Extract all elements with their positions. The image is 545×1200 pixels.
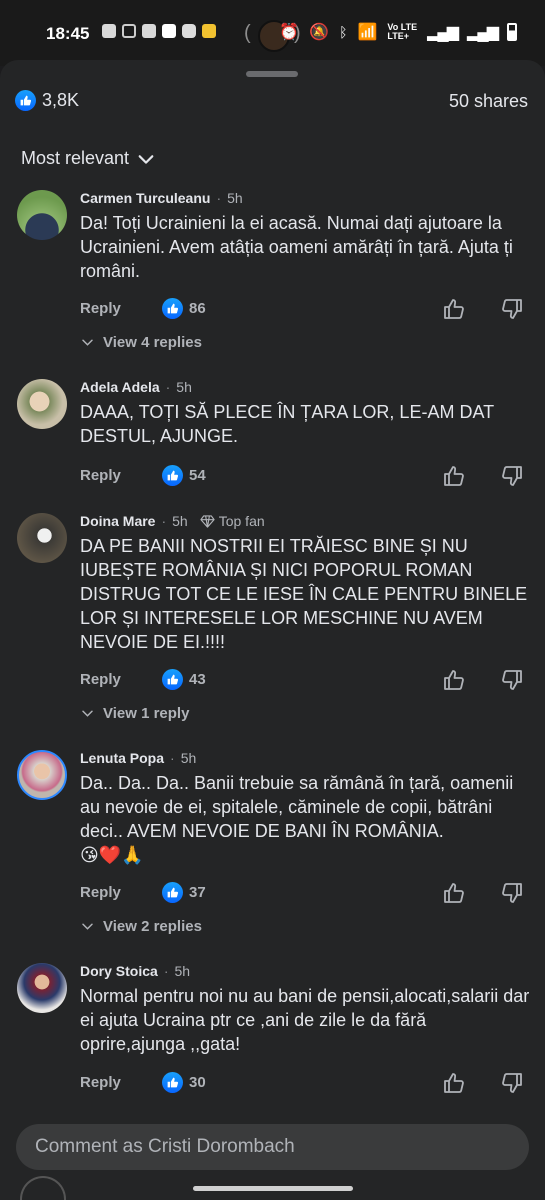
- comment-author[interactable]: Doina Mare: [80, 513, 155, 529]
- home-indicator[interactable]: [193, 1186, 353, 1191]
- signal-icon-2: ▂▄▆: [467, 24, 499, 41]
- comment-time[interactable]: 5h: [174, 963, 190, 979]
- comment-time[interactable]: 5h: [172, 513, 188, 529]
- yellow-app-icon: [202, 24, 216, 38]
- diamond-icon: [200, 514, 215, 528]
- thumbs-down-icon[interactable]: [500, 668, 524, 692]
- wallet-icon: [142, 24, 156, 38]
- shares-count[interactable]: 50 shares: [449, 91, 528, 112]
- avatar[interactable]: [17, 379, 67, 429]
- like-reaction-icon: [162, 1072, 183, 1093]
- comment-text: DAAA, TOȚI SĂ PLECE ÎN ȚARA LOR, LE-AM D…: [80, 402, 494, 446]
- comment-input[interactable]: [33, 1135, 517, 1159]
- like-reaction-icon: [162, 882, 183, 903]
- comment-author[interactable]: Carmen Turculeanu: [80, 190, 210, 206]
- comments-sheet: 3,8K 50 shares Most relevant Carmen Turc…: [0, 60, 545, 1200]
- reaction-count: 3,8K: [42, 90, 80, 110]
- comment-text: Da! Toți Ucrainieni la ei acasă. Numai d…: [80, 213, 513, 281]
- chevron-down-icon: [82, 339, 93, 346]
- drag-handle[interactable]: [246, 71, 298, 77]
- thumbs-down-icon[interactable]: [500, 297, 524, 321]
- comment-text: DA PE BANII NOSTRII EI TRĂIESC BINE ȘI N…: [80, 536, 528, 652]
- thumbs-up-icon[interactable]: [442, 297, 466, 321]
- like-reaction-icon: [15, 90, 36, 111]
- reply-button[interactable]: Reply: [80, 671, 121, 688]
- comment-composer[interactable]: [16, 1124, 529, 1170]
- battery-icon: [507, 23, 517, 41]
- alarm-icon: ⏰: [279, 24, 300, 41]
- view-replies-button[interactable]: View 1 reply: [80, 705, 189, 722]
- chevron-down-icon: [138, 154, 154, 164]
- status-bar: 18:45 ( ) ⏰ 🔕 ᛒ 📶 Vo LTE LTE+ ▂▄▆ ▂▄▆: [0, 0, 545, 66]
- avatar[interactable]: [17, 190, 67, 240]
- tiktok-icon: [122, 24, 136, 38]
- signal-icon: ▂▄▆: [427, 24, 459, 41]
- network-label: Vo LTE LTE+: [387, 22, 418, 41]
- comment-author[interactable]: Dory Stoica: [80, 963, 158, 979]
- like-reaction-icon: [162, 298, 183, 319]
- view-replies-button[interactable]: View 2 replies: [80, 918, 202, 935]
- thumbs-up-icon[interactable]: [442, 1071, 466, 1095]
- comment-time[interactable]: 5h: [227, 190, 243, 206]
- thumbs-down-icon[interactable]: [500, 1071, 524, 1095]
- reply-button[interactable]: Reply: [80, 300, 121, 317]
- like-count[interactable]: 30: [162, 1072, 206, 1093]
- like-reaction-icon: [162, 669, 183, 690]
- sort-label: Most relevant: [21, 148, 130, 168]
- notification-icons: [102, 24, 216, 38]
- thumbs-down-icon[interactable]: [500, 881, 524, 905]
- avatar[interactable]: [17, 750, 67, 800]
- avatar[interactable]: [17, 513, 67, 563]
- like-reaction-icon: [162, 465, 183, 486]
- reaction-summary[interactable]: 3,8K: [15, 90, 79, 111]
- emoji-line: 😘❤️🙏: [80, 845, 144, 865]
- reply-button[interactable]: Reply: [80, 1074, 121, 1091]
- thumbs-down-icon[interactable]: [500, 464, 524, 488]
- youtube-icon: [102, 24, 116, 38]
- comment-author[interactable]: Adela Adela: [80, 379, 160, 395]
- avatar[interactable]: [17, 963, 67, 1013]
- sort-dropdown[interactable]: Most relevant: [21, 148, 155, 169]
- thumbs-up-icon[interactable]: [442, 668, 466, 692]
- comment-text: Da.. Da.. Da.. Banii trebuie sa rămână î…: [80, 771, 530, 867]
- view-replies-button[interactable]: View 4 replies: [80, 334, 202, 351]
- system-icons: ⏰ 🔕 ᛒ 📶 Vo LTE LTE+ ▂▄▆ ▂▄▆: [279, 22, 517, 42]
- like-count[interactable]: 37: [162, 882, 206, 903]
- thumbs-up-icon[interactable]: [442, 881, 466, 905]
- r-app-icon: [162, 24, 176, 38]
- comment-time[interactable]: 5h: [176, 379, 192, 395]
- comment-time[interactable]: 5h: [181, 750, 197, 766]
- mute-icon: 🔕: [309, 24, 330, 41]
- telegram-icon: [182, 24, 196, 38]
- like-count[interactable]: 86: [162, 298, 206, 319]
- like-count[interactable]: 54: [162, 465, 206, 486]
- wifi-icon: 📶: [357, 24, 378, 41]
- comment-text: Normal pentru noi nu au bani de pensii,a…: [80, 986, 530, 1054]
- bluetooth-icon: ᛒ: [339, 24, 348, 40]
- status-time: 18:45: [46, 24, 90, 43]
- like-count[interactable]: 43: [162, 669, 206, 690]
- thumbs-up-icon[interactable]: [442, 464, 466, 488]
- top-fan-badge: Top fan: [200, 513, 265, 529]
- chevron-down-icon: [82, 923, 93, 930]
- chevron-down-icon: [82, 710, 93, 717]
- reply-button[interactable]: Reply: [80, 467, 121, 484]
- comment-author[interactable]: Lenuta Popa: [80, 750, 164, 766]
- reply-button[interactable]: Reply: [80, 884, 121, 901]
